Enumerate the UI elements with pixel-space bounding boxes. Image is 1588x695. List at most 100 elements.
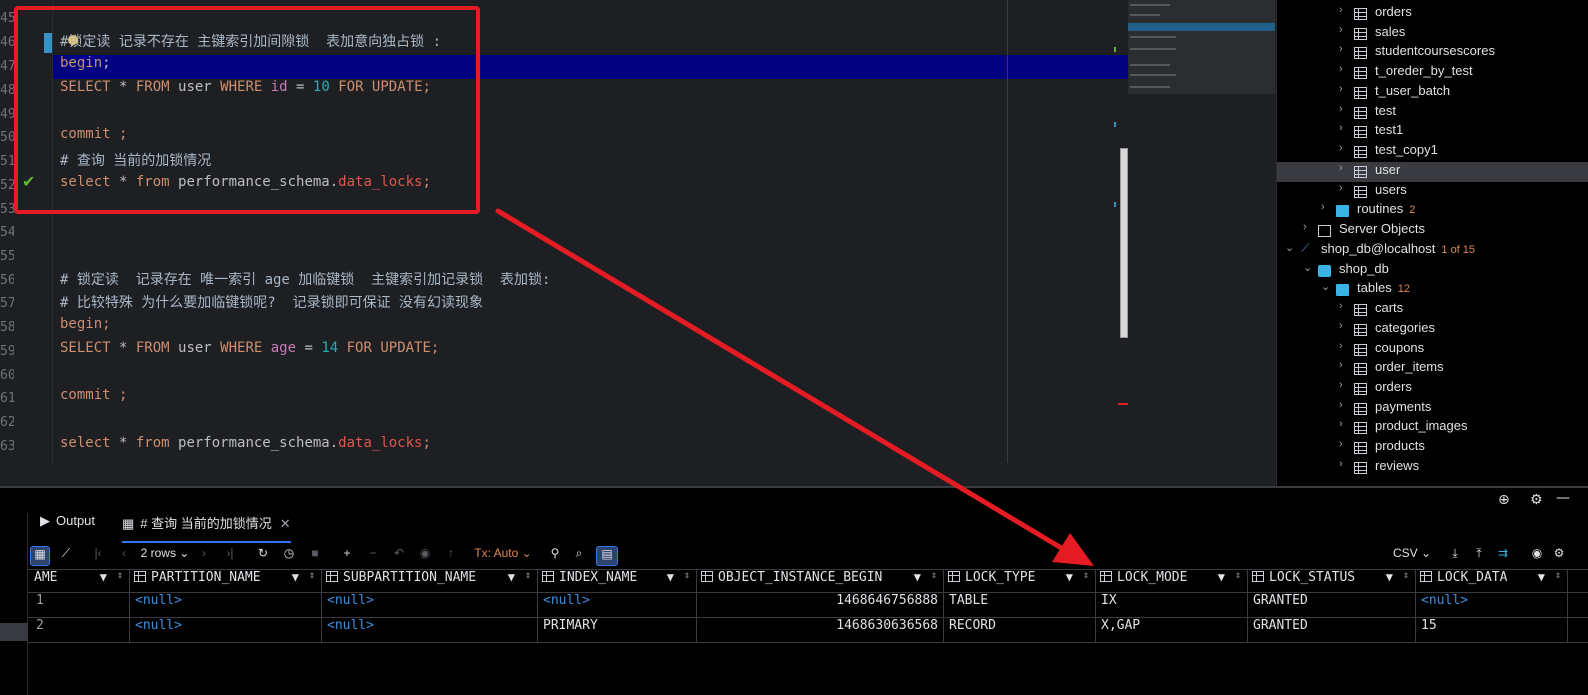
chevron-right-icon[interactable]: › (1339, 24, 1349, 44)
sort-icon[interactable]: ⇕ (117, 570, 123, 581)
filter-icon[interactable]: ▼ (508, 570, 515, 584)
next-page-icon[interactable]: › (196, 546, 212, 566)
sort-icon[interactable]: ⇕ (1403, 570, 1409, 581)
sort-icon[interactable]: ⇕ (931, 570, 937, 581)
tree-item-routines[interactable]: › routines 2 (1277, 201, 1588, 221)
settings-icon[interactable]: ⚙ (1550, 546, 1568, 566)
tree-item-table[interactable]: › products (1277, 438, 1588, 458)
tree-item-table[interactable]: › t_oreder_by_test (1277, 63, 1588, 83)
minimap-viewport[interactable] (1128, 23, 1275, 31)
refresh-icon[interactable]: ↻ (254, 546, 272, 566)
tree-item-table[interactable]: › t_user_batch (1277, 83, 1588, 103)
chevron-right-icon[interactable]: › (1339, 142, 1349, 162)
chevron-right-icon[interactable]: › (1339, 182, 1349, 202)
filter-icon[interactable]: ▼ (1218, 570, 1225, 584)
code-line[interactable]: # 锁定读 记录存在 唯一索引 age 加临键锁 主键索引加记录锁 表加锁: (60, 269, 550, 293)
table-cell[interactable]: <null> (322, 618, 538, 642)
table-cell[interactable]: GRANTED (1248, 593, 1416, 617)
column-header[interactable]: AME ▼ ⇕ (28, 570, 130, 593)
chevron-right-icon[interactable]: › (1303, 221, 1313, 241)
column-header[interactable]: SUBPARTITION_NAME ▼ ⇕ (322, 570, 538, 593)
upload-icon[interactable]: ⤒ (1470, 546, 1488, 566)
sort-icon[interactable]: ⇕ (1235, 570, 1241, 581)
tree-item-table[interactable]: › test_copy1 (1277, 142, 1588, 162)
sort-icon[interactable]: ⇕ (1083, 570, 1089, 581)
tree-item-table[interactable]: › categories (1277, 320, 1588, 340)
chart-view-icon[interactable]: ⟋ (56, 546, 76, 566)
tree-item-table[interactable]: › orders (1277, 379, 1588, 399)
search-icon[interactable]: ⌕ (570, 546, 588, 566)
filter-icon[interactable]: ▼ (914, 570, 921, 584)
table-cell[interactable]: <null> (130, 618, 322, 642)
table-cell[interactable] (52, 618, 130, 642)
chevron-down-icon[interactable]: ⌄ (1321, 280, 1331, 300)
table-cell[interactable]: 15 (1416, 618, 1568, 642)
export-format-dropdown[interactable]: CSV ⌄ (1392, 546, 1432, 566)
chevron-right-icon[interactable]: › (1339, 438, 1349, 458)
tab-output[interactable]: ▶ Output (40, 513, 95, 543)
first-page-icon[interactable]: |‹ (90, 546, 106, 566)
view-query-icon[interactable]: ◉ (416, 546, 434, 566)
code-line[interactable]: commit ; (60, 387, 127, 411)
tree-item-table[interactable]: › carts (1277, 300, 1588, 320)
table-view-icon[interactable]: ▦ (30, 546, 50, 566)
table-cell[interactable]: 1468630636568 (697, 618, 944, 642)
chevron-right-icon[interactable]: › (1321, 201, 1331, 221)
column-header[interactable]: LOCK_MODE ▼ ⇕ (1096, 570, 1248, 593)
column-header[interactable]: LOCK_STATUS ▼ ⇕ (1248, 570, 1416, 593)
prev-page-icon[interactable]: ‹ (116, 546, 132, 566)
tree-item-table[interactable]: › users (1277, 182, 1588, 202)
filter-icon[interactable]: ▼ (292, 570, 299, 584)
sort-icon[interactable]: ⇕ (684, 570, 690, 581)
pin-icon[interactable]: ⚲ (546, 546, 564, 566)
chevron-right-icon[interactable]: › (1339, 340, 1349, 360)
minimap[interactable] (1128, 0, 1275, 94)
chevron-right-icon[interactable]: › (1339, 43, 1349, 63)
chevron-right-icon[interactable]: › (1339, 83, 1349, 103)
tree-item-table[interactable]: › order_items (1277, 359, 1588, 379)
chevron-right-icon[interactable]: › (1339, 399, 1349, 419)
column-header[interactable]: OBJECT_INSTANCE_BEGIN ▼ ⇕ (697, 570, 944, 593)
tab-query-result[interactable]: ▦ # 查询 当前的加锁情况 ✕ (122, 513, 291, 543)
tree-item-table[interactable]: › test (1277, 103, 1588, 123)
table-cell[interactable]: <null> (538, 593, 697, 617)
table-row[interactable]: 2 <null> <null> PRIMARY 1468630636568 RE… (28, 618, 1588, 643)
last-page-icon[interactable]: ›| (220, 546, 240, 566)
database-explorer[interactable]: › orders › sales › studentcoursescores › t_o… (1276, 0, 1588, 486)
tree-item-table[interactable]: › sales (1277, 24, 1588, 44)
code-line[interactable]: SELECT * FROM user WHERE age = 14 FOR UP… (60, 340, 439, 364)
column-header[interactable]: INDEX_NAME ▼ ⇕ (538, 570, 697, 593)
column-header[interactable]: PARTITION_NAME ▼ ⇕ (130, 570, 322, 593)
table-cell[interactable]: 1468646756888 (697, 593, 944, 617)
chevron-down-icon[interactable]: ⌄ (1285, 241, 1295, 261)
chevron-right-icon[interactable]: › (1339, 162, 1349, 182)
filter-icon[interactable]: ▼ (1386, 570, 1393, 584)
tree-item-database[interactable]: ⌄ shop_db (1277, 261, 1588, 281)
tree-item-connection[interactable]: ⌄ ⟋ shop_db@localhost 1 of 15 (1277, 241, 1588, 261)
table-cell[interactable]: RECORD (944, 618, 1096, 642)
eye-icon[interactable]: ◉ (1528, 546, 1546, 566)
revert-icon[interactable]: ↶ (390, 546, 408, 566)
tree-item-tables-folder[interactable]: ⌄ tables 12 (1277, 280, 1588, 300)
add-row-icon[interactable]: + (338, 546, 356, 566)
code-line[interactable]: # 比较特殊 为什么要加临键锁呢? 记录锁即可保证 没有幻读现象 (60, 292, 483, 316)
sort-icon[interactable]: ⇕ (1555, 570, 1561, 581)
filter-icon[interactable]: ▼ (100, 570, 107, 584)
rows-count-dropdown[interactable]: 2 rows ⌄ (138, 546, 192, 566)
code-line[interactable]: select * from performance_schema.data_lo… (60, 435, 431, 459)
table-cell[interactable]: <null> (1416, 593, 1568, 617)
table-cell[interactable]: IX (1096, 593, 1248, 617)
chevron-right-icon[interactable]: › (1339, 300, 1349, 320)
tree-item-table-selected[interactable]: › user (1277, 162, 1588, 182)
chevron-down-icon[interactable]: ⌄ (1303, 261, 1313, 281)
filter-panel-icon[interactable]: ▤ (596, 546, 618, 566)
code-line[interactable]: begin; (60, 316, 111, 340)
table-cell[interactable] (52, 593, 130, 617)
chevron-right-icon[interactable]: › (1339, 122, 1349, 142)
table-cell[interactable]: GRANTED (1248, 618, 1416, 642)
chevron-right-icon[interactable]: › (1339, 458, 1349, 478)
chevron-right-icon[interactable]: › (1339, 418, 1349, 438)
compare-icon[interactable]: ⇉ (1494, 546, 1512, 566)
sql-editor[interactable]: 45 46 47 48 49 50 51 52 53 54 55 56 57 5… (0, 0, 1275, 463)
column-header[interactable]: LOCK_DATA ▼ ⇕ (1416, 570, 1568, 593)
